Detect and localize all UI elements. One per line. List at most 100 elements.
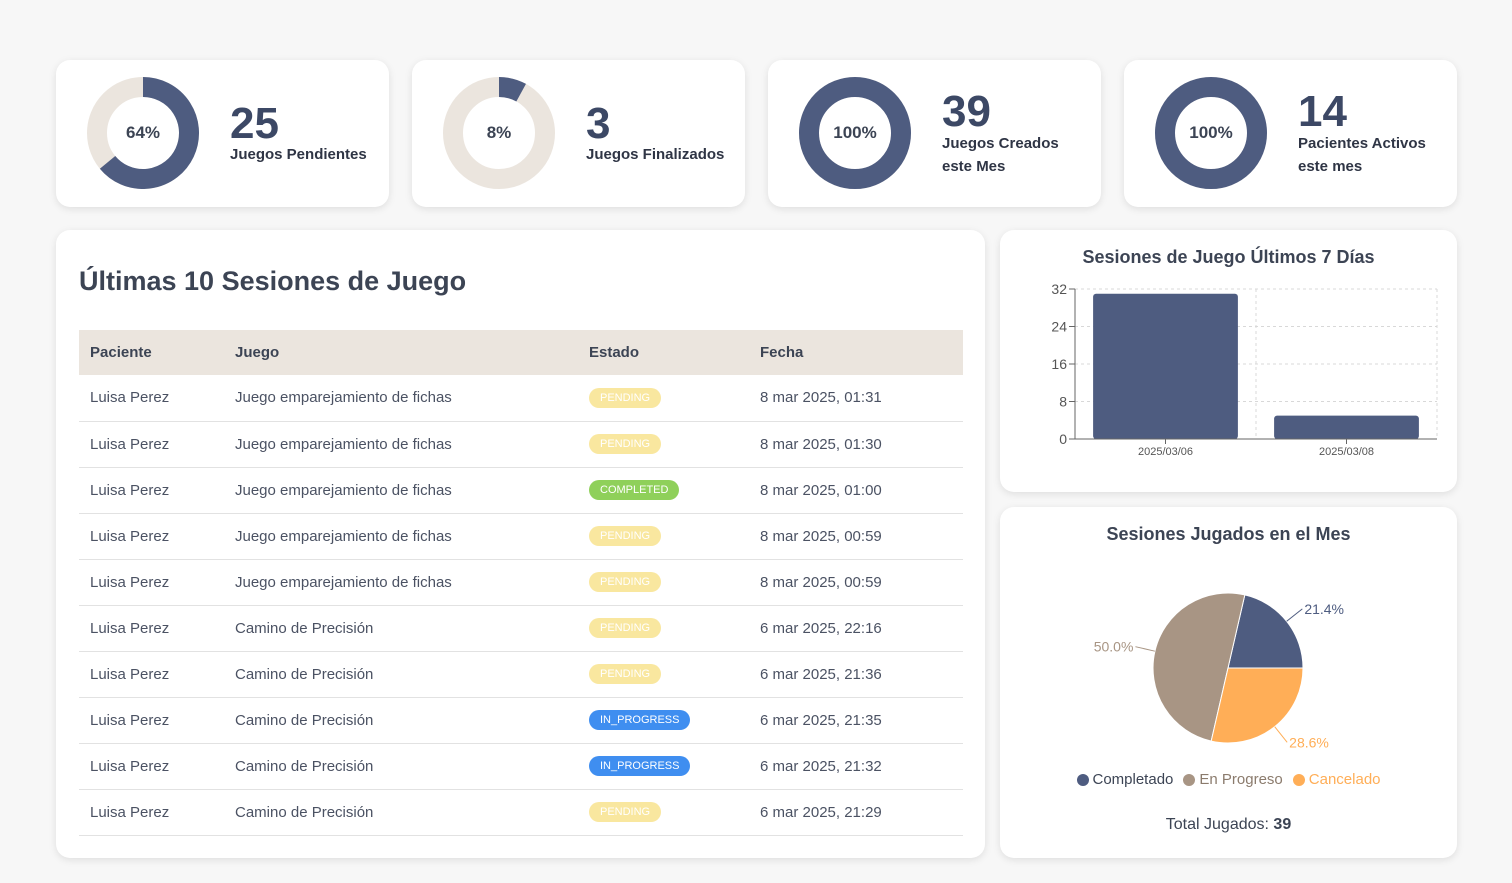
cell-status: PENDING <box>578 513 749 559</box>
stat-value: 3 <box>586 99 611 148</box>
sessions-table-title: Últimas 10 Sesiones de Juego <box>79 266 467 296</box>
cell-date: 8 mar 2025, 00:59 <box>760 573 882 591</box>
cell-patient: Luisa Perez <box>90 665 170 683</box>
cell-status: PENDING <box>578 605 749 651</box>
legend-item[interactable]: Completado <box>1076 771 1174 788</box>
table-row[interactable]: Luisa Perez Camino de Precisión PENDING 6 m… <box>79 651 963 697</box>
table-row[interactable]: Luisa Perez Camino de Precisión IN_PROGRES… <box>79 743 963 789</box>
stat-label: Juegos Pendientes <box>230 146 367 163</box>
stat-card-finished: 8% 3 Juegos Finalizados <box>412 60 745 207</box>
cell-game: Camino de Precisión <box>235 711 374 729</box>
cell-status: PENDING <box>578 651 749 697</box>
total-label: Total Jugados: <box>1165 816 1269 833</box>
cell-date: 6 mar 2025, 22:16 <box>760 619 882 637</box>
table-row[interactable]: Luisa Perez Camino de Precisión PENDING 6 m… <box>79 789 963 835</box>
column-header-date: Fecha <box>760 344 804 361</box>
cell-status: PENDING <box>578 421 749 467</box>
pie-label-line <box>1274 726 1288 743</box>
ring-percent: 100% <box>1189 123 1233 142</box>
pie-data-label: 50.0% <box>1094 639 1134 655</box>
pie-slice <box>1210 667 1304 744</box>
stat-label: Pacientes Activos este mes <box>1298 135 1426 175</box>
bar <box>1274 415 1419 439</box>
ring-percent: 100% <box>833 123 877 142</box>
cell-status: IN_PROGRESS <box>578 697 749 743</box>
cell-game: Juego emparejamiento de fichas <box>235 435 452 453</box>
table-row[interactable]: Luisa Perez Camino de Precisión PENDING 6 m… <box>79 605 963 651</box>
y-tick-label: 24 <box>1051 319 1067 335</box>
x-tick-label: 2025/03/08 <box>1319 446 1374 458</box>
cell-patient: Luisa Perez <box>90 389 170 407</box>
cell-patient: Luisa Perez <box>90 757 170 775</box>
stat-value: 25 <box>230 99 279 148</box>
y-tick-label: 0 <box>1059 431 1067 447</box>
table-row[interactable]: Luisa Perez Juego emparejamiento de ficha… <box>79 559 963 605</box>
y-tick-label: 32 <box>1051 281 1067 297</box>
stat-value: 14 <box>1298 87 1347 136</box>
cell-date: 6 mar 2025, 21:35 <box>760 711 882 729</box>
pie-chart-card: Sesiones Jugados en el Mes 21.4% 50.0% 28.… <box>1000 507 1457 858</box>
stat-card-pending: 64% 25 Juegos Pendientes <box>56 60 389 207</box>
bar <box>1093 293 1238 439</box>
table-row[interactable]: Luisa Perez Juego emparejamiento de ficha… <box>79 513 963 559</box>
cell-patient: Luisa Perez <box>90 711 170 729</box>
column-header-status: Estado <box>589 344 640 361</box>
sessions-table-card: Últimas 10 Sesiones de Juego Paciente Ju… <box>56 230 985 858</box>
cell-patient: Luisa Perez <box>90 573 170 591</box>
table-row[interactable]: Luisa Perez Juego emparejamiento de ficha… <box>79 467 963 513</box>
cell-game: Juego emparejamiento de fichas <box>235 573 452 591</box>
cell-date: 6 mar 2025, 21:32 <box>760 757 882 775</box>
y-tick-label: 16 <box>1051 356 1067 372</box>
cell-game: Camino de Precisión <box>235 803 374 821</box>
cell-patient: Luisa Perez <box>90 527 170 545</box>
cell-patient: Luisa Perez <box>90 619 170 637</box>
cell-date: 6 mar 2025, 21:36 <box>760 665 882 683</box>
cell-status: PENDING <box>578 559 749 605</box>
ring-percent: 8% <box>486 123 512 142</box>
table-row[interactable]: Luisa Perez Camino de Precisión IN_PROGRES… <box>79 697 963 743</box>
y-tick-label: 8 <box>1059 394 1067 410</box>
pie-label-line <box>1286 608 1303 622</box>
cell-date: 8 mar 2025, 01:00 <box>760 481 882 499</box>
status-badge: PENDING <box>589 434 662 454</box>
table-row[interactable]: Luisa Perez Juego emparejamiento de ficha… <box>79 375 963 421</box>
cell-game: Juego emparejamiento de fichas <box>235 481 452 499</box>
cell-date: 8 mar 2025, 01:30 <box>760 435 882 453</box>
cell-date: 6 mar 2025, 21:29 <box>760 803 882 821</box>
stat-value: 39 <box>942 87 991 136</box>
bar-chart-card: Sesiones de Juego Últimos 7 Días 0 8 16 24 3… <box>1000 230 1457 492</box>
column-header-patient: Paciente <box>90 344 152 361</box>
cell-date: 8 mar 2025, 01:31 <box>760 389 882 407</box>
legend-dot-icon <box>1076 773 1089 786</box>
x-tick-label: 2025/03/06 <box>1138 446 1193 458</box>
pie-legend: Completado En Progreso Cancelado <box>1000 771 1457 788</box>
table-header-row: Paciente Juego Estado Fecha <box>79 330 963 375</box>
stat-label: Juegos Creados este Mes <box>942 135 1059 175</box>
table-row[interactable]: Luisa Perez Juego emparejamiento de ficha… <box>79 421 963 467</box>
status-badge: IN_PROGRESS <box>589 756 691 776</box>
status-badge: IN_PROGRESS <box>589 710 691 730</box>
cell-date: 8 mar 2025, 00:59 <box>760 527 882 545</box>
cell-patient: Luisa Perez <box>90 435 170 453</box>
stat-card-created: 100% 39 Juegos Creados este Mes <box>768 60 1101 207</box>
status-badge: PENDING <box>589 526 662 546</box>
cell-status: PENDING <box>578 375 749 421</box>
cell-game: Juego emparejamiento de fichas <box>235 389 452 407</box>
cell-game: Camino de Precisión <box>235 757 374 775</box>
status-badge: COMPLETED <box>589 480 680 500</box>
cell-game: Camino de Precisión <box>235 665 374 683</box>
legend-label: Completado <box>1092 771 1174 788</box>
legend-label: En Progreso <box>1199 771 1283 788</box>
legend-item[interactable]: En Progreso <box>1183 771 1283 788</box>
bar-chart: 0 8 16 24 32 2025/03/06 2025/03/08 <box>1051 281 1438 458</box>
status-badge: PENDING <box>589 572 662 592</box>
status-badge: PENDING <box>589 802 662 822</box>
status-badge: PENDING <box>589 618 662 638</box>
sessions-table: Paciente Juego Estado Fecha Luisa Perez J… <box>79 330 963 836</box>
stat-card-active-patients: 100% 14 Pacientes Activos este mes <box>1124 60 1457 207</box>
legend-item[interactable]: Cancelado <box>1292 771 1381 788</box>
pie-data-label: 28.6% <box>1289 734 1329 750</box>
legend-dot-icon <box>1183 773 1196 786</box>
cell-game: Juego emparejamiento de fichas <box>235 527 452 545</box>
cell-status: PENDING <box>578 789 749 835</box>
